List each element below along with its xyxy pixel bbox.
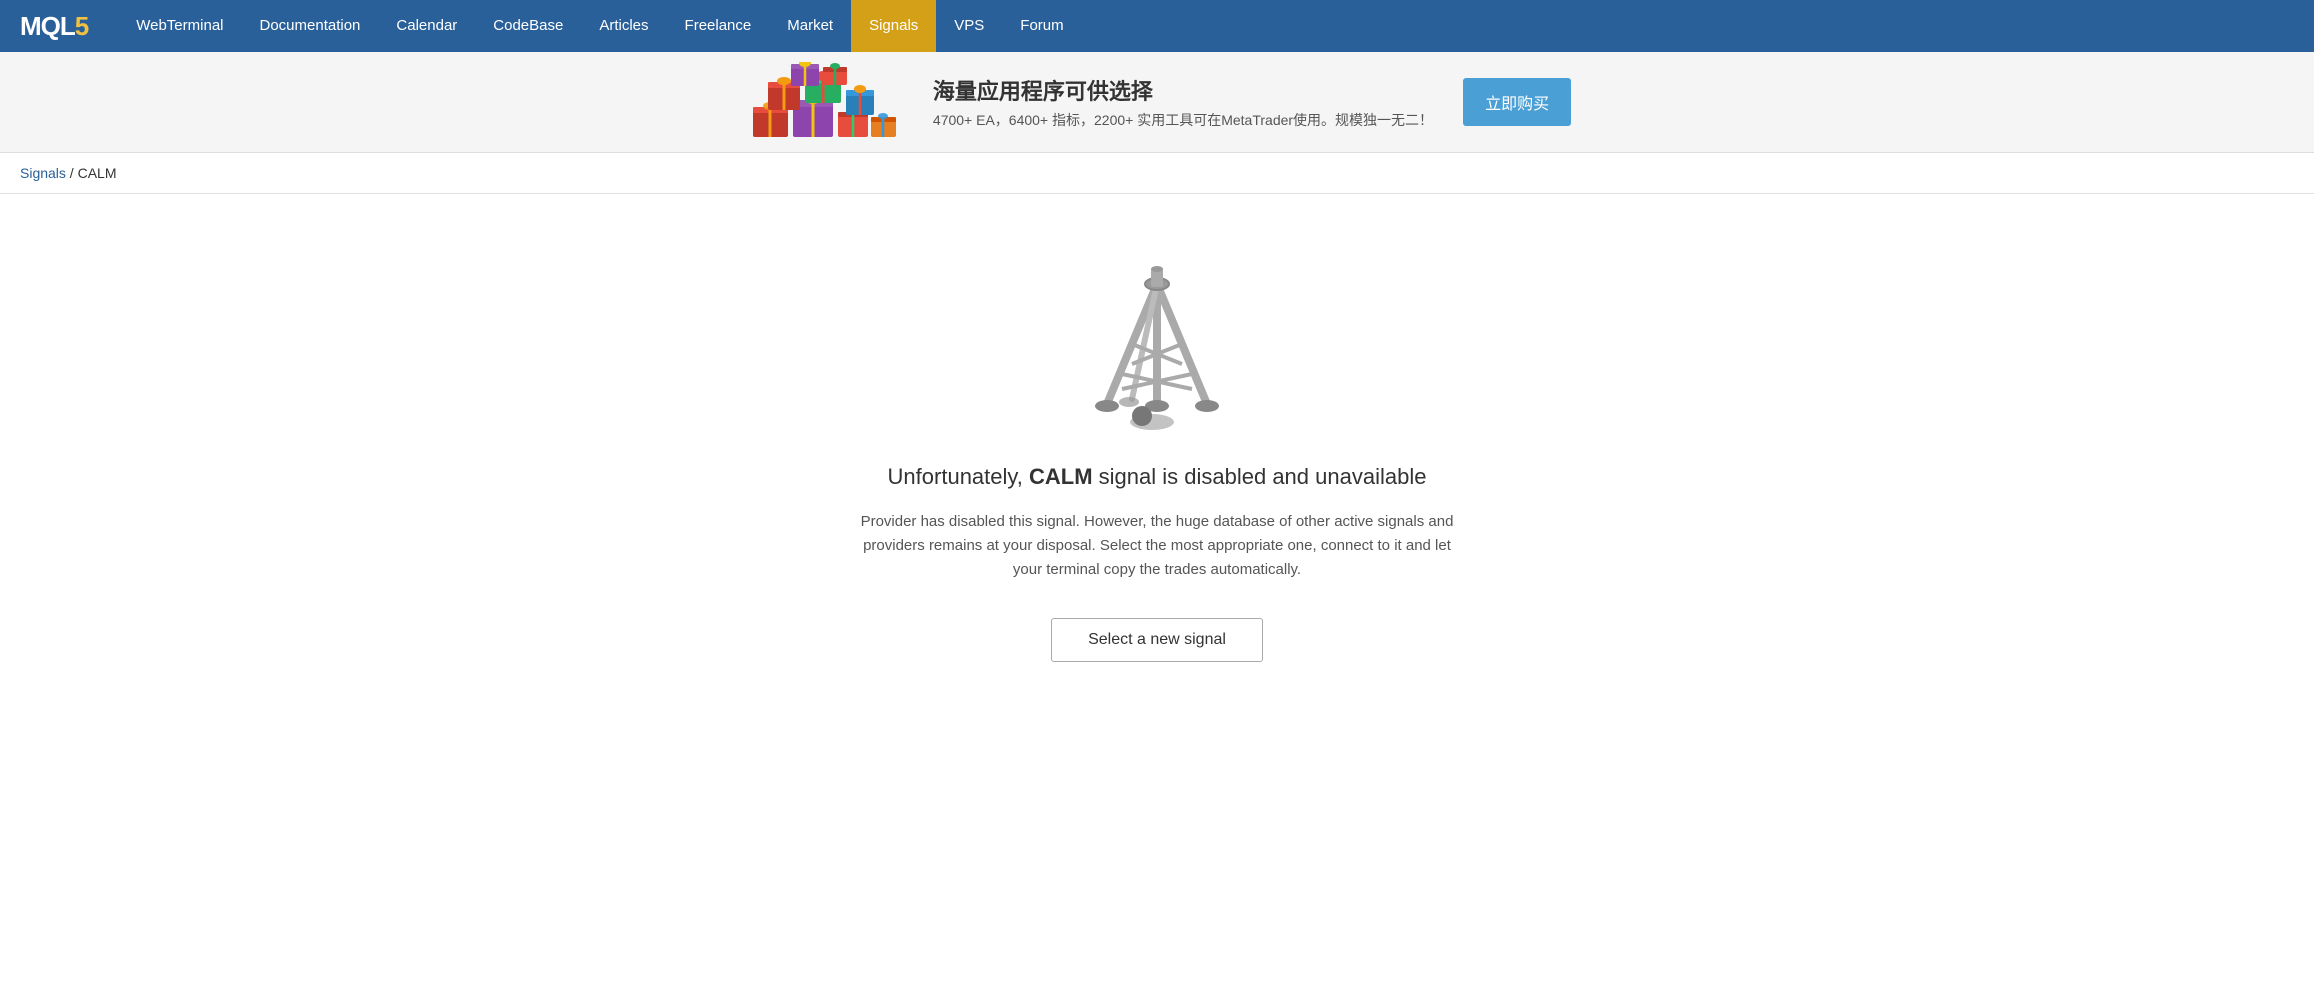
disabled-msg-suffix: signal is disabled and unavailable xyxy=(1093,464,1427,489)
select-signal-button[interactable]: Select a new signal xyxy=(1051,618,1263,662)
gift-pile-icon xyxy=(743,62,903,142)
disabled-message: Unfortunately, CALM signal is disabled a… xyxy=(888,464,1427,490)
main-nav: MQL5 WebTerminal Documentation Calendar … xyxy=(0,0,2314,52)
tower-icon xyxy=(1077,254,1237,434)
nav-item-codebase[interactable]: CodeBase xyxy=(475,0,581,52)
nav-item-articles[interactable]: Articles xyxy=(581,0,666,52)
breadcrumb: Signals / CALM xyxy=(0,153,2314,194)
breadcrumb-signals-link[interactable]: Signals xyxy=(20,165,66,181)
disabled-signal-name: CALM xyxy=(1029,464,1093,489)
banner-text: 海量应用程序可供选择 4700+ EA，6400+ 指标，2200+ 实用工具可… xyxy=(933,74,1433,130)
banner-headline: 海量应用程序可供选择 xyxy=(933,74,1433,106)
nav-item-freelance[interactable]: Freelance xyxy=(667,0,770,52)
nav-item-webterminal[interactable]: WebTerminal xyxy=(118,0,241,52)
main-content: Unfortunately, CALM signal is disabled a… xyxy=(0,194,2314,742)
nav-item-calendar[interactable]: Calendar xyxy=(378,0,475,52)
nav-item-signals[interactable]: Signals xyxy=(851,0,936,52)
logo-5: 5 xyxy=(75,11,88,42)
breadcrumb-current: CALM xyxy=(78,165,117,181)
nav-item-documentation[interactable]: Documentation xyxy=(242,0,379,52)
description-text: Provider has disabled this signal. Howev… xyxy=(857,510,1457,582)
promo-banner: 海量应用程序可供选择 4700+ EA，6400+ 指标，2200+ 实用工具可… xyxy=(0,52,2314,153)
breadcrumb-separator: / xyxy=(66,165,78,181)
nav-item-vps[interactable]: VPS xyxy=(936,0,1002,52)
signal-tower-image xyxy=(1077,254,1237,434)
logo-mql: MQL xyxy=(20,11,75,42)
banner-image xyxy=(743,62,903,142)
banner-subtext: 4700+ EA，6400+ 指标，2200+ 实用工具可在MetaTrader… xyxy=(933,110,1433,130)
nav-item-market[interactable]: Market xyxy=(769,0,851,52)
nav-item-forum[interactable]: Forum xyxy=(1002,0,1081,52)
buy-now-button[interactable]: 立即购买 xyxy=(1463,78,1571,126)
logo[interactable]: MQL5 xyxy=(20,11,88,42)
nav-links: WebTerminal Documentation Calendar CodeB… xyxy=(118,0,1081,52)
disabled-msg-prefix: Unfortunately, xyxy=(888,464,1029,489)
